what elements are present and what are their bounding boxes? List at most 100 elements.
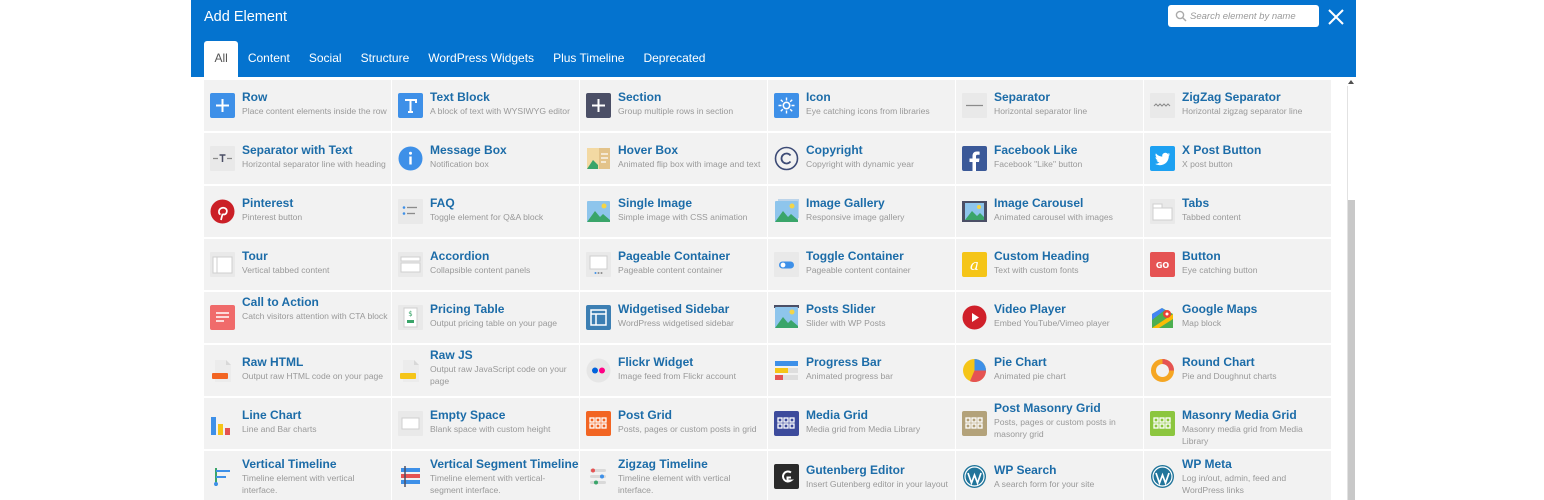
element-post-masonry-grid[interactable]: Post Masonry Grid Posts, pages or custom …	[956, 398, 1143, 449]
element-posts-slider[interactable]: Posts Slider Slider with WP Posts	[768, 292, 955, 343]
element-description: Text with custom fonts	[994, 265, 1079, 275]
element-name: Tabs	[1182, 196, 1210, 210]
element-button[interactable]: GO Button Eye catching button	[1144, 239, 1331, 290]
round-chart-icon	[1150, 358, 1175, 383]
element-faq[interactable]: FAQ Toggle element for Q&A block	[392, 186, 579, 237]
element-tour[interactable]: Tour Vertical tabbed content	[204, 239, 391, 290]
element-name: Vertical Segment Timeline	[430, 457, 579, 471]
element-description: Pie and Doughnut charts	[1182, 371, 1277, 381]
element-description: Blank space with custom height	[430, 424, 551, 434]
element-name: Empty Space	[430, 408, 506, 422]
close-icon	[1328, 9, 1344, 25]
element-name: Call to Action	[242, 295, 319, 309]
element-separator-with-text[interactable]: Separator with Text Horizontal separator …	[204, 133, 391, 184]
element-gutenberg-editor[interactable]: Gutenberg Editor Insert Gutenberg editor …	[768, 451, 955, 500]
copyright-icon	[774, 146, 799, 171]
element-empty-space[interactable]: Empty Space Blank space with custom heigh…	[392, 398, 579, 449]
element-text-block[interactable]: Text Block A block of text with WYSIWYG e…	[392, 80, 579, 131]
tab-content[interactable]: Content	[238, 41, 299, 77]
element-description: Eye catching icons from libraries	[806, 106, 930, 116]
tab-deprecated[interactable]: Deprecated	[634, 41, 715, 77]
tab-social[interactable]: Social	[299, 41, 351, 77]
image-gallery-icon	[774, 199, 799, 224]
element-facebook-like[interactable]: Facebook Like Facebook "Like" button	[956, 133, 1143, 184]
call-to-action-icon	[210, 305, 235, 330]
element-name: X Post Button	[1182, 143, 1262, 157]
element-single-image[interactable]: Single Image Simple image with CSS animat…	[580, 186, 767, 237]
element-image-carousel[interactable]: Image Carousel Animated carousel with ima…	[956, 186, 1143, 237]
element-widgetised-sidebar[interactable]: Widgetised Sidebar WordPress widgetised s…	[580, 292, 767, 343]
element-post-grid[interactable]: Post Grid Posts, pages or custom posts in…	[580, 398, 767, 449]
element-image-gallery[interactable]: Image Gallery Responsive image gallery	[768, 186, 955, 237]
element-x-post-button[interactable]: X Post Button X post button	[1144, 133, 1331, 184]
tab-plus-timeline[interactable]: Plus Timeline	[544, 41, 634, 77]
scroll-up-arrow[interactable]	[1348, 80, 1354, 84]
element-tabs[interactable]: Tabs Tabbed content	[1144, 186, 1331, 237]
element-description: Vertical tabbed content	[242, 265, 330, 275]
element-message-box[interactable]: Message Box Notification box	[392, 133, 579, 184]
element-icon[interactable]: Icon Eye catching icons from libraries	[768, 80, 955, 131]
element-description: Timeline element with vertical interface…	[242, 473, 355, 496]
element-name: Toggle Container	[806, 249, 904, 263]
element-hover-box[interactable]: Hover Box Animated flip box with image an…	[580, 133, 767, 184]
element-masonry-media-grid[interactable]: Masonry Media Grid Masonry media grid fro…	[1144, 398, 1331, 449]
element-vertical-segment-timeline[interactable]: Vertical Segment Timeline Timeline elemen…	[392, 451, 579, 500]
element-row[interactable]: Row Place content elements inside the row	[204, 80, 391, 131]
element-description: Map block	[1182, 318, 1222, 328]
element-zigzag-separator[interactable]: ZigZag Separator Horizontal zigzag separa…	[1144, 80, 1331, 131]
element-progress-bar[interactable]: Progress Bar Animated progress bar	[768, 345, 955, 396]
element-description: Animated progress bar	[806, 371, 893, 381]
facebook-icon	[962, 146, 987, 171]
tab-wordpress-widgets[interactable]: WordPress Widgets	[419, 41, 544, 77]
element-pinterest[interactable]: Pinterest Pinterest button	[204, 186, 391, 237]
tab-all[interactable]: All	[204, 41, 239, 77]
element-copyright[interactable]: Copyright Copyright with dynamic year	[768, 133, 955, 184]
dialog-title: Add Element	[204, 9, 288, 25]
element-description: Pageable content container	[618, 265, 723, 275]
element-description: Slider with WP Posts	[806, 318, 886, 328]
element-round-chart[interactable]: Round Chart Pie and Doughnut charts	[1144, 345, 1331, 396]
element-raw-html[interactable]: Raw HTML Output raw HTML code on your pag…	[204, 345, 391, 396]
element-separator[interactable]: Separator Horizontal separator line	[956, 80, 1143, 131]
element-zigzag-timeline[interactable]: Zigzag Timeline Timeline element with ver…	[580, 451, 767, 500]
element-flickr-widget[interactable]: Flickr Widget Image feed from Flickr acco…	[580, 345, 767, 396]
element-pie-chart[interactable]: Pie Chart Animated pie chart	[956, 345, 1143, 396]
tab-structure[interactable]: Structure	[351, 41, 419, 77]
element-google-maps[interactable]: Google Maps Map block	[1144, 292, 1331, 343]
element-toggle-container[interactable]: Toggle Container Pageable content contain…	[768, 239, 955, 290]
element-video-player[interactable]: Video Player Embed YouTube/Vimeo player	[956, 292, 1143, 343]
search-icon	[1175, 10, 1187, 22]
element-custom-heading[interactable]: a Custom Heading Text with custom fonts	[956, 239, 1143, 290]
element-raw-js[interactable]: Raw JS Output raw JavaScript code on your…	[392, 345, 579, 396]
element-wp-meta[interactable]: WP Meta Log in/out, admin, feed and WordP…	[1144, 451, 1331, 500]
video-player-icon	[962, 305, 987, 330]
element-description: Image feed from Flickr account	[618, 371, 736, 381]
element-name: Post Masonry Grid	[994, 401, 1101, 415]
search-box[interactable]	[1168, 5, 1319, 27]
close-button[interactable]	[1326, 7, 1346, 27]
text-block-icon	[398, 93, 423, 118]
search-input[interactable]	[1190, 5, 1315, 27]
pie-chart-icon	[962, 358, 987, 383]
element-description: Horizontal separator line	[994, 106, 1088, 116]
element-name: Hover Box	[618, 143, 679, 157]
element-name: Progress Bar	[806, 355, 882, 369]
element-name: Row	[242, 90, 268, 104]
toggle-container-icon	[774, 252, 799, 277]
element-name: Raw HTML	[242, 355, 304, 369]
element-section[interactable]: Section Group multiple rows in section	[580, 80, 767, 131]
element-wp-search[interactable]: WP Search A search form for your site	[956, 451, 1143, 500]
category-tabs: All Content Social Structure WordPress Widge…	[204, 41, 715, 77]
element-description: Posts, pages or custom posts in masonry …	[994, 417, 1116, 440]
element-name: Facebook Like	[994, 143, 1078, 157]
element-pageable-container[interactable]: Pageable Container Pageable content conta…	[580, 239, 767, 290]
element-pricing-table[interactable]: $ Pricing Table Output pricing table on yo…	[392, 292, 579, 343]
element-vertical-timeline[interactable]: Vertical Timeline Timeline element with v…	[204, 451, 391, 500]
element-description: Posts, pages or custom posts in grid	[618, 424, 757, 434]
element-line-chart[interactable]: Line Chart Line and Bar charts	[204, 398, 391, 449]
element-call-to-action[interactable]: Call to Action Catch visitors attention w…	[204, 292, 391, 343]
element-accordion[interactable]: Accordion Collapsible content panels	[392, 239, 579, 290]
svg-text:$: $	[408, 310, 412, 318]
scroll-thumb[interactable]	[1348, 200, 1355, 500]
element-media-grid[interactable]: Media Grid Media grid from Media Library	[768, 398, 955, 449]
